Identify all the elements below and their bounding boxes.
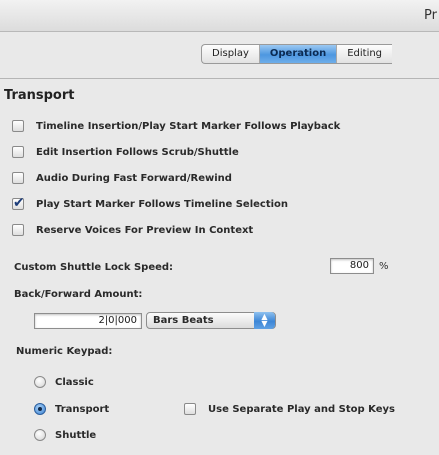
radio-shuttle[interactable]: Shuttle	[34, 428, 96, 442]
shuttle-speed-field[interactable]: 800	[330, 258, 374, 274]
preferences-tabs: Display Operation Editing	[201, 44, 393, 64]
time-format-value: Bars Beats	[153, 315, 214, 326]
back-forward-amount-field[interactable]: 2|0|000	[34, 313, 142, 329]
tab-display[interactable]: Display	[202, 45, 260, 63]
tab-operation[interactable]: Operation	[259, 45, 338, 63]
radio-classic[interactable]: Classic	[34, 375, 94, 389]
title-bar: Pr	[0, 0, 439, 32]
checkbox[interactable]	[184, 403, 196, 415]
popup-arrows-icon: ▲ ▼	[254, 312, 275, 329]
radio-button[interactable]	[34, 376, 46, 388]
time-format-popup[interactable]: Bars Beats ▲ ▼	[146, 312, 276, 329]
tab-editing[interactable]: Editing	[337, 45, 392, 63]
option-label: Timeline Insertion/Play Start Marker Fol…	[36, 120, 341, 132]
option-separate-play-stop[interactable]: Use Separate Play and Stop Keys	[184, 401, 395, 417]
option-label: Use Separate Play and Stop Keys	[208, 403, 395, 415]
divider	[0, 78, 439, 79]
option-edit-insertion[interactable]: Edit Insertion Follows Scrub/Shuttle	[12, 144, 239, 160]
option-label: Play Start Marker Follows Timeline Selec…	[36, 198, 289, 210]
radio-label: Transport	[55, 403, 110, 415]
option-label: Audio During Fast Forward/Rewind	[36, 172, 232, 184]
radio-button[interactable]	[34, 429, 46, 441]
option-timeline-insertion[interactable]: Timeline Insertion/Play Start Marker Fol…	[12, 118, 340, 134]
option-reserve-voices[interactable]: Reserve Voices For Preview In Context	[12, 222, 253, 238]
radio-label: Shuttle	[55, 429, 97, 441]
section-heading-transport: Transport	[4, 88, 75, 103]
numeric-keypad-label: Numeric Keypad:	[16, 346, 113, 357]
shuttle-speed-unit: %	[379, 261, 389, 272]
radio-label: Classic	[55, 376, 94, 388]
option-label: Edit Insertion Follows Scrub/Shuttle	[36, 146, 239, 158]
checkbox[interactable]	[12, 146, 24, 158]
checkbox-checked[interactable]	[12, 195, 25, 211]
window-title: Pr	[424, 8, 437, 23]
option-label: Reserve Voices For Preview In Context	[36, 224, 254, 236]
radio-button-selected[interactable]	[34, 403, 46, 415]
back-forward-label: Back/Forward Amount:	[14, 289, 143, 300]
shuttle-speed-label: Custom Shuttle Lock Speed:	[14, 262, 174, 273]
radio-transport[interactable]: Transport	[34, 402, 109, 416]
checkbox[interactable]	[12, 172, 24, 184]
option-audio-fast-forward[interactable]: Audio During Fast Forward/Rewind	[12, 170, 232, 186]
checkbox[interactable]	[12, 120, 24, 132]
checkbox[interactable]	[12, 224, 24, 236]
option-play-start-marker[interactable]: Play Start Marker Follows Timeline Selec…	[12, 195, 289, 212]
